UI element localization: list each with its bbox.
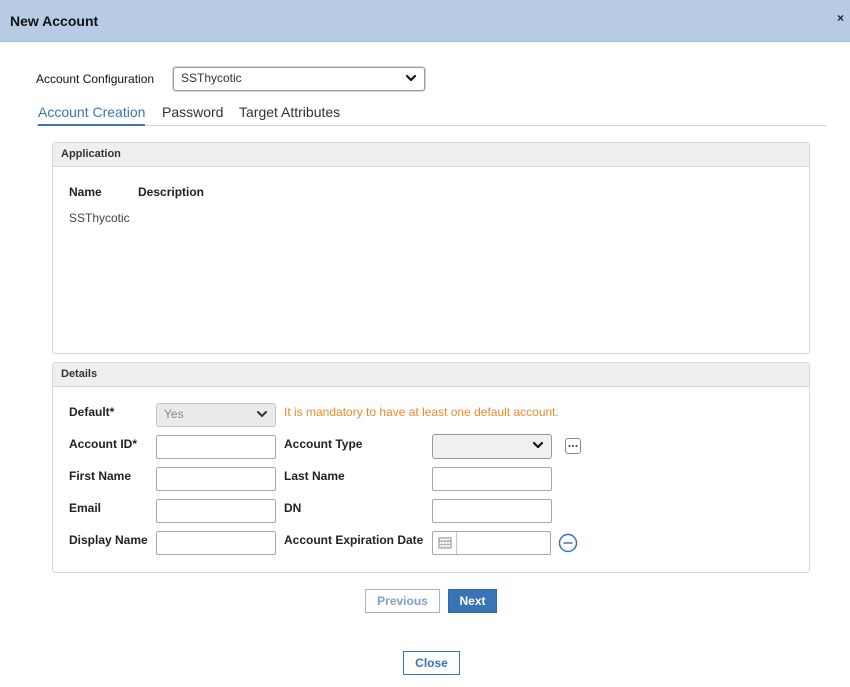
first-name-input[interactable] bbox=[156, 467, 276, 491]
calendar-icon[interactable] bbox=[433, 532, 457, 554]
new-account-dialog: New Account × Account Configuration SSTh… bbox=[0, 0, 850, 687]
calendar-icon-glyph bbox=[438, 537, 452, 549]
tab-target-attributes[interactable]: Target Attributes bbox=[239, 104, 340, 124]
display-name-label: Display Name bbox=[69, 533, 148, 547]
account-type-label: Account Type bbox=[284, 437, 363, 451]
application-panel-heading: Application bbox=[53, 143, 809, 167]
ellipsis-icon-glyph bbox=[568, 445, 578, 447]
default-label: Default* bbox=[69, 405, 115, 419]
close-icon[interactable]: × bbox=[837, 11, 844, 25]
last-name-input[interactable] bbox=[432, 467, 552, 491]
application-row-name[interactable]: SSThycotic bbox=[69, 211, 130, 225]
expiration-date-label: Account Expiration Date bbox=[284, 533, 424, 547]
tab-password[interactable]: Password bbox=[162, 104, 223, 124]
minus-circle-icon[interactable] bbox=[558, 533, 578, 553]
account-id-input[interactable] bbox=[156, 435, 276, 459]
expiration-date-input[interactable] bbox=[432, 531, 551, 555]
dn-input[interactable] bbox=[432, 499, 552, 523]
account-configuration-value: SSThycotic bbox=[181, 71, 242, 85]
details-panel-heading: Details bbox=[53, 363, 809, 387]
display-name-input[interactable] bbox=[156, 531, 276, 555]
account-configuration-select[interactable]: SSThycotic bbox=[173, 67, 425, 91]
previous-button[interactable]: Previous bbox=[365, 589, 440, 613]
tab-account-creation[interactable]: Account Creation bbox=[38, 104, 146, 126]
dn-label: DN bbox=[284, 501, 302, 515]
email-input[interactable] bbox=[156, 499, 276, 523]
tab-bar: Account Creation Password Target Attribu… bbox=[36, 104, 826, 126]
application-panel: Application bbox=[52, 142, 810, 354]
email-label: Email bbox=[69, 501, 102, 515]
account-id-label: Account ID* bbox=[69, 437, 138, 451]
default-select[interactable]: Yes bbox=[156, 403, 276, 427]
chevron-down-icon bbox=[532, 441, 544, 449]
default-warning: It is mandatory to have at least one def… bbox=[284, 405, 559, 419]
close-button[interactable]: Close bbox=[403, 651, 460, 675]
last-name-label: Last Name bbox=[284, 469, 345, 483]
account-configuration-label: Account Configuration bbox=[36, 72, 155, 86]
chevron-down-icon bbox=[405, 74, 417, 82]
first-name-label: First Name bbox=[69, 469, 132, 483]
account-type-select[interactable] bbox=[432, 434, 552, 459]
ellipsis-icon[interactable] bbox=[565, 438, 581, 454]
dialog-titlebar: New Account × bbox=[0, 0, 850, 42]
column-header-name: Name bbox=[69, 185, 102, 199]
chevron-down-icon bbox=[257, 411, 267, 417]
column-header-description: Description bbox=[138, 185, 205, 199]
default-value: Yes bbox=[164, 407, 184, 421]
next-button[interactable]: Next bbox=[448, 589, 497, 613]
dialog-title: New Account bbox=[10, 13, 99, 29]
